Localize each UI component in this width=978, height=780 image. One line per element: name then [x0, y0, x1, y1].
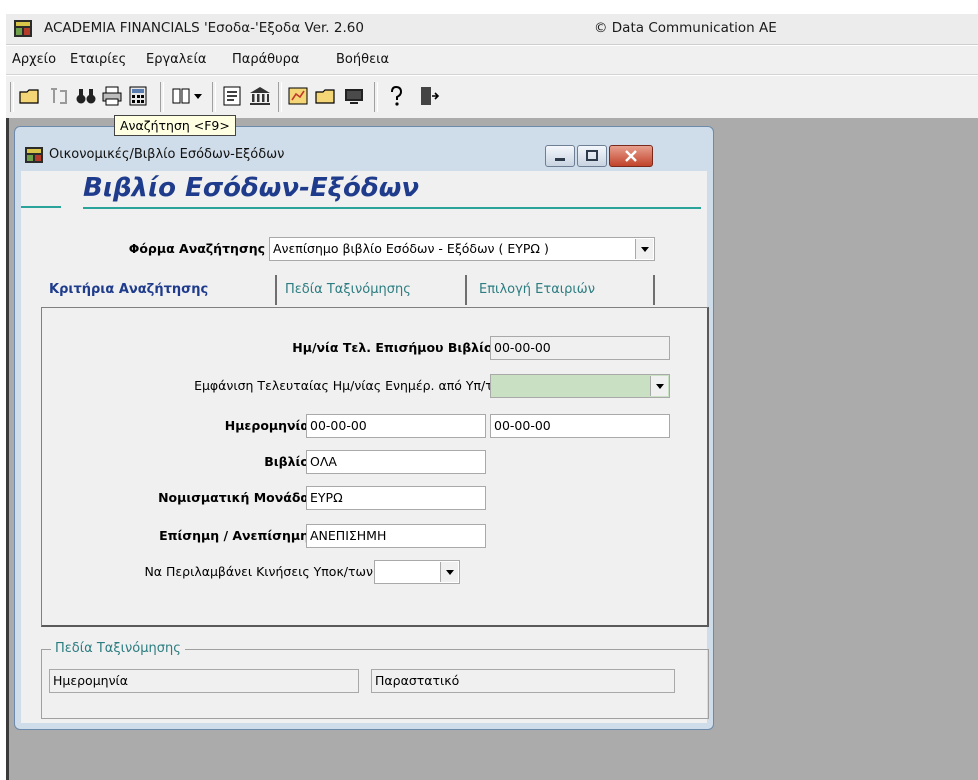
report-icon[interactable]	[220, 84, 244, 108]
search-form-value: Ανεπίσημο βιβλίο Εσόδων - Εξόδων ( ΕΥΡΩ …	[273, 241, 549, 256]
toolbar-separator	[278, 82, 282, 112]
app-logo-icon	[14, 20, 32, 37]
sort-field-1: Ημερομηνία	[49, 669, 359, 693]
tab-search-criteria[interactable]: Κριτήρια Αναζήτησης	[43, 275, 214, 305]
chart-folder-icon[interactable]	[286, 84, 310, 108]
window-client-area: Βιβλίο Εσόδων-Εξόδων Φόρμα Αναζήτησης Αν…	[21, 171, 709, 723]
sort-fields-legend: Πεδία Ταξινόμησης	[51, 641, 185, 656]
app-copyright: © Data Communication AE	[594, 20, 777, 36]
heading-accent-line	[21, 206, 61, 208]
show-last-date-select[interactable]	[490, 374, 670, 398]
official-type-input[interactable]: ΑΝΕΠΙΣΗΜΗ	[306, 524, 486, 548]
workspace-edge	[6, 118, 9, 780]
tab-divider	[275, 275, 277, 305]
open-folder-icon[interactable]	[314, 84, 338, 108]
date-from-input[interactable]: 00-00-00	[306, 414, 486, 438]
toolbar-separator	[374, 82, 378, 112]
tab-divider	[653, 275, 655, 305]
date-to-input[interactable]: 00-00-00	[490, 414, 670, 438]
chevron-down-icon[interactable]	[440, 562, 458, 582]
bank-icon[interactable]	[248, 84, 272, 108]
open-folder-icon[interactable]	[18, 84, 42, 108]
help-icon[interactable]	[384, 84, 408, 108]
search-form-label: Φόρμα Αναζήτησης	[128, 241, 265, 256]
menu-tools[interactable]: Εργαλεία	[146, 52, 206, 67]
toolbar	[6, 76, 978, 118]
close-icon	[625, 150, 637, 162]
currency-input[interactable]: ΕΥΡΩ	[306, 486, 486, 510]
sort-field-2: Παραστατικό	[371, 669, 675, 693]
official-date-label: Ημ/νία Τελ. Επισήμου Βιβλίου	[292, 340, 501, 355]
menu-help[interactable]: Βοήθεια	[336, 52, 389, 67]
maximize-icon	[586, 150, 598, 161]
official-type-label: Επίσημη / Ανεπίσημη	[159, 528, 309, 543]
exit-door-icon[interactable]	[416, 84, 440, 108]
window-title: Οικονομικές/Βιβλίο Εσόδων-Εξόδων	[49, 147, 285, 162]
toolbar-separator	[160, 82, 164, 112]
menu-bar: Αρχείο Εταιρίες Εργαλεία Παράθυρα Βοήθει…	[6, 46, 978, 75]
search-form-select[interactable]: Ανεπίσημο βιβλίο Εσόδων - Εξόδων ( ΕΥΡΩ …	[269, 237, 655, 261]
columns-dropdown-icon[interactable]	[192, 84, 204, 108]
date-label: Ημερομηνία	[224, 418, 309, 433]
tab-company-selection[interactable]: Επιλογή Εταιριών	[473, 275, 601, 305]
menu-file[interactable]: Αρχείο	[12, 52, 56, 67]
menu-companies[interactable]: Εταιρίες	[70, 52, 126, 67]
chevron-down-icon[interactable]	[635, 239, 653, 259]
show-last-date-label: Εμφάνιση Τελευταίας Ημ/νίας Ενημέρ. από …	[194, 378, 501, 393]
close-button[interactable]	[609, 145, 653, 167]
tools-icon[interactable]	[46, 84, 70, 108]
include-sub-select[interactable]	[374, 560, 460, 584]
calculator-icon[interactable]	[126, 84, 150, 108]
heading-accent-line	[83, 207, 701, 209]
tab-divider	[465, 275, 467, 305]
search-binoculars-icon[interactable]	[74, 84, 98, 108]
columns-icon[interactable]	[170, 84, 194, 108]
terminal-icon[interactable]	[342, 84, 366, 108]
tab-sort-fields[interactable]: Πεδία Ταξινόμησης	[279, 275, 417, 305]
official-date-field: 00-00-00	[490, 336, 670, 360]
window-app-icon	[25, 147, 43, 163]
minimize-icon	[555, 158, 565, 161]
toolbar-separator	[10, 82, 14, 112]
maximize-button[interactable]	[577, 145, 607, 167]
minimize-button[interactable]	[545, 145, 575, 167]
search-criteria-panel: Ημ/νία Τελ. Επισήμου Βιβλίου 00-00-00 Εμ…	[41, 307, 709, 627]
form-heading: Βιβλίο Εσόδων-Εξόδων	[83, 173, 420, 203]
book-input[interactable]: ΟΛΑ	[306, 450, 486, 474]
currency-label: Νομισματική Μονάδα	[158, 490, 309, 505]
app-title: ACADEMIA FINANCIALS 'Εσοδα-'Εξοδα Ver. 2…	[44, 20, 364, 36]
print-icon[interactable]	[100, 84, 124, 108]
app-titlebar: ACADEMIA FINANCIALS 'Εσοδα-'Εξοδα Ver. 2…	[6, 14, 978, 45]
book-label: Βιβλίο	[264, 454, 309, 469]
toolbar-separator	[212, 82, 216, 112]
chevron-down-icon[interactable]	[650, 376, 668, 396]
include-sub-label: Να Περιλαμβάνει Κινήσεις Υποκ/των	[144, 564, 373, 579]
menu-windows[interactable]: Παράθυρα	[232, 52, 299, 67]
income-expense-window: Οικονομικές/Βιβλίο Εσόδων-Εξόδων Βιβλίο …	[14, 126, 714, 730]
search-tooltip: Αναζήτηση <F9>	[114, 115, 236, 136]
